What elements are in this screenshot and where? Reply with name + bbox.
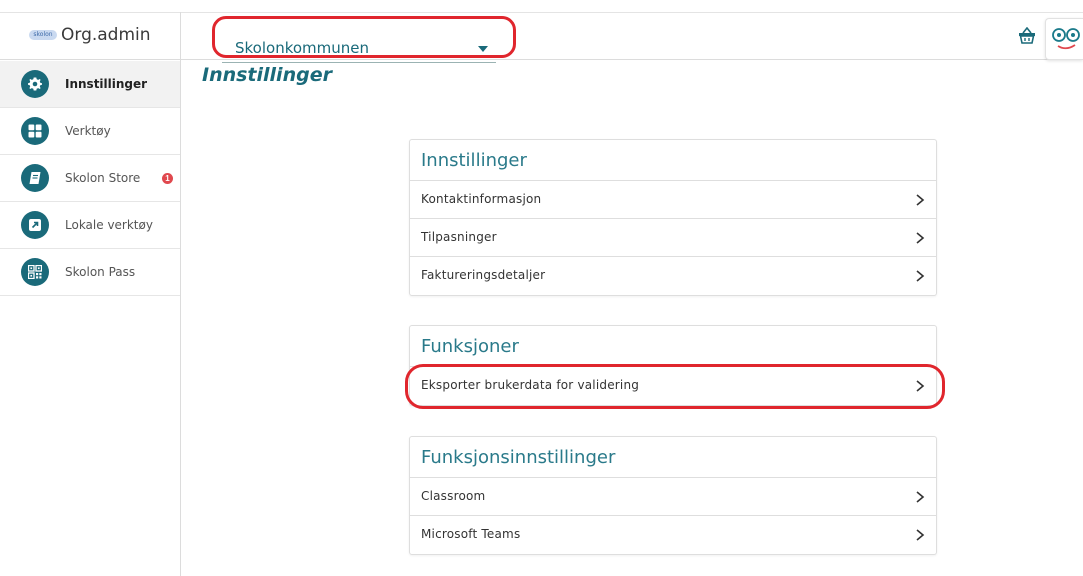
list-item-label: Faktureringsdetaljer xyxy=(421,268,546,282)
sidebar-item-verktoy[interactable]: Verktøy xyxy=(0,108,180,155)
list-item-label: Tilpasninger xyxy=(421,230,497,244)
chevron-right-icon xyxy=(916,194,925,206)
card-title: Funksjoner xyxy=(410,326,936,367)
list-item-microsoft-teams[interactable]: Microsoft Teams xyxy=(410,516,936,554)
sidebar-item-skolon-store[interactable]: Skolon Store 1 xyxy=(0,155,180,202)
function-settings-card: Funksjonsinnstillinger Classroom Microso… xyxy=(409,436,937,555)
grid-icon xyxy=(21,117,49,145)
sidebar-item-label: Innstillinger xyxy=(65,77,148,91)
list-item-label: Microsoft Teams xyxy=(421,527,521,541)
list-item-classroom[interactable]: Classroom xyxy=(410,478,936,516)
chevron-right-icon xyxy=(916,380,925,392)
list-item-kontaktinformasjon[interactable]: Kontaktinformasjon xyxy=(410,181,936,219)
list-item-label: Eksporter brukerdata for validering xyxy=(421,378,640,392)
face-icon xyxy=(1052,28,1080,50)
top-header: skolon Org.admin Skolonkommunen xyxy=(0,12,1083,63)
sidebar-item-label: Lokale verktøy xyxy=(65,218,153,232)
gear-icon xyxy=(21,70,49,98)
qr-code-icon xyxy=(21,258,49,286)
sidebar: Innstillinger Verktøy Skolon Store 1 Lok… xyxy=(0,61,180,296)
sidebar-divider xyxy=(180,12,181,576)
chevron-right-icon xyxy=(916,232,925,244)
chevron-right-icon xyxy=(916,491,925,503)
brand-logo: skolon xyxy=(29,30,57,40)
sidebar-item-lokale-verktoy[interactable]: Lokale verktøy xyxy=(0,202,180,249)
sidebar-item-innstillinger[interactable]: Innstillinger xyxy=(0,61,180,108)
list-item-export-user-data[interactable]: Eksporter brukerdata for validering xyxy=(410,367,936,405)
functions-card: Funksjoner Eksporter brukerdata for vali… xyxy=(409,325,937,406)
chevron-right-icon xyxy=(916,270,925,282)
sidebar-item-label: Skolon Pass xyxy=(65,265,136,279)
list-item-label: Classroom xyxy=(421,489,486,503)
book-icon xyxy=(21,164,49,192)
external-link-icon xyxy=(21,211,49,239)
card-title: Innstillinger xyxy=(410,140,936,181)
page-title: Innstillinger xyxy=(202,64,332,86)
user-avatar-button[interactable] xyxy=(1045,18,1083,60)
settings-card: Innstillinger Kontaktinformasjon Tilpasn… xyxy=(409,139,937,296)
list-item-tilpasninger[interactable]: Tilpasninger xyxy=(410,219,936,257)
sidebar-item-skolon-pass[interactable]: Skolon Pass xyxy=(0,249,180,296)
list-item-label: Kontaktinformasjon xyxy=(421,192,542,206)
brand[interactable]: skolon Org.admin xyxy=(29,25,151,45)
sidebar-item-label: Verktøy xyxy=(65,124,111,138)
organization-select[interactable]: Skolonkommunen xyxy=(222,35,496,63)
brand-title: Org.admin xyxy=(61,25,151,45)
list-item-faktureringsdetaljer[interactable]: Faktureringsdetaljer xyxy=(410,257,936,295)
chevron-down-icon xyxy=(478,46,488,52)
card-title: Funksjonsinnstillinger xyxy=(410,437,936,478)
organization-select-value: Skolonkommunen xyxy=(235,39,370,57)
notification-badge: 1 xyxy=(162,172,173,184)
sidebar-item-label: Skolon Store xyxy=(65,171,141,185)
chevron-right-icon xyxy=(916,529,925,541)
basket-icon[interactable] xyxy=(1017,27,1037,45)
